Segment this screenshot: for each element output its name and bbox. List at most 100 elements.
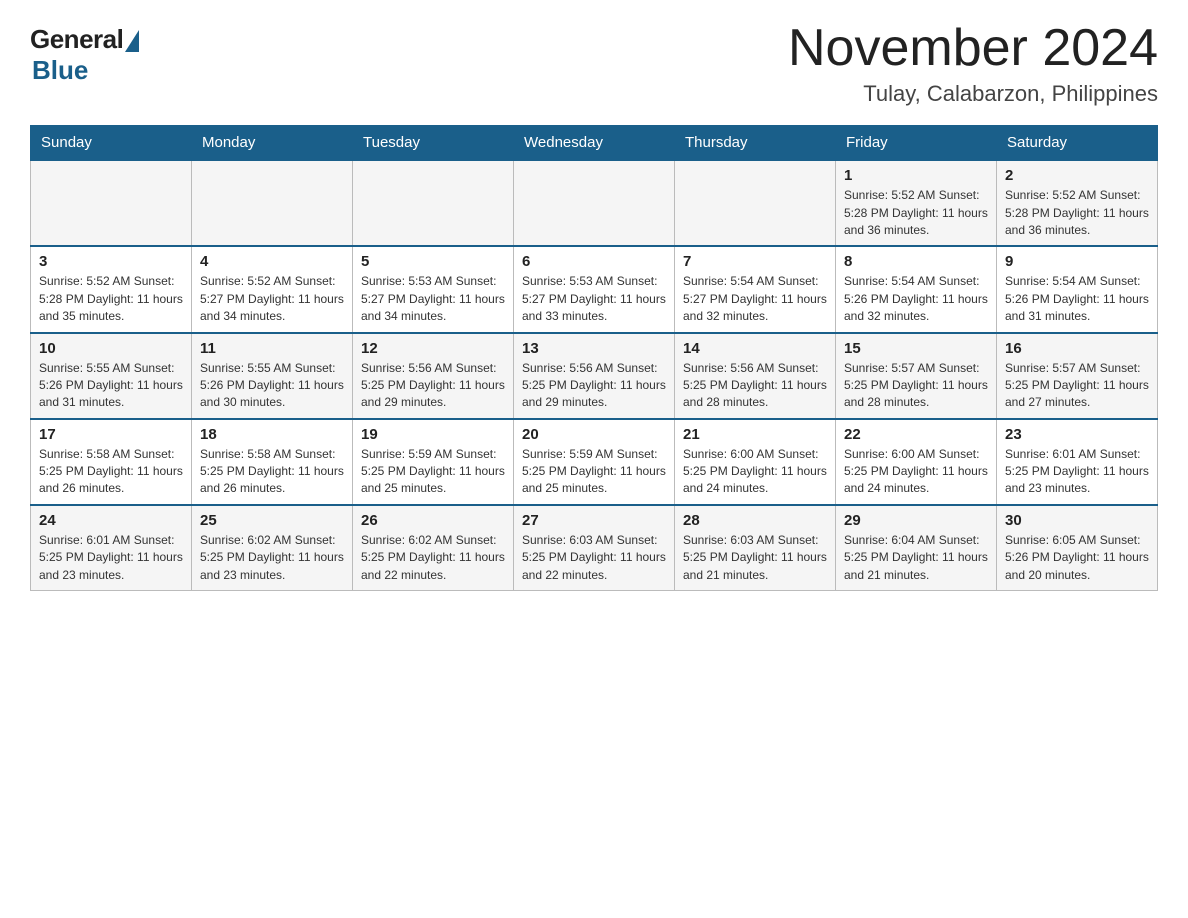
day-info: Sunrise: 5:54 AM Sunset: 5:26 PM Dayligh… bbox=[1005, 273, 1149, 325]
table-row: 8 Sunrise: 5:54 AM Sunset: 5:26 PM Daylig… bbox=[836, 246, 997, 332]
day-info: Sunrise: 5:57 AM Sunset: 5:25 PM Dayligh… bbox=[844, 360, 988, 412]
table-row: 13 Sunrise: 5:56 AM Sunset: 5:25 PM Dayli… bbox=[514, 333, 675, 419]
table-row: 20 Sunrise: 5:59 AM Sunset: 5:25 PM Dayli… bbox=[514, 419, 675, 505]
day-info: Sunrise: 5:55 AM Sunset: 5:26 PM Dayligh… bbox=[200, 360, 344, 412]
day-info: Sunrise: 5:56 AM Sunset: 5:25 PM Dayligh… bbox=[683, 360, 827, 412]
page-title: November 2024 bbox=[788, 20, 1158, 77]
logo-blue-text: Blue bbox=[32, 55, 88, 86]
table-row: 11 Sunrise: 5:55 AM Sunset: 5:26 PM Dayli… bbox=[192, 333, 353, 419]
day-number: 15 bbox=[844, 340, 988, 357]
day-number: 30 bbox=[1005, 512, 1149, 529]
day-info: Sunrise: 6:00 AM Sunset: 5:25 PM Dayligh… bbox=[683, 446, 827, 498]
table-row: 25 Sunrise: 6:02 AM Sunset: 5:25 PM Dayli… bbox=[192, 505, 353, 591]
day-info: Sunrise: 5:53 AM Sunset: 5:27 PM Dayligh… bbox=[522, 273, 666, 325]
table-row bbox=[192, 160, 353, 246]
calendar-header-row: Sunday Monday Tuesday Wednesday Thursday… bbox=[31, 126, 1158, 161]
calendar-week-row: 17 Sunrise: 5:58 AM Sunset: 5:25 PM Dayli… bbox=[31, 419, 1158, 505]
day-number: 20 bbox=[522, 426, 666, 443]
day-info: Sunrise: 5:56 AM Sunset: 5:25 PM Dayligh… bbox=[522, 360, 666, 412]
col-friday: Friday bbox=[836, 126, 997, 161]
day-number: 2 bbox=[1005, 167, 1149, 184]
day-number: 7 bbox=[683, 253, 827, 270]
table-row: 24 Sunrise: 6:01 AM Sunset: 5:25 PM Dayli… bbox=[31, 505, 192, 591]
day-info: Sunrise: 5:52 AM Sunset: 5:28 PM Dayligh… bbox=[1005, 187, 1149, 239]
day-info: Sunrise: 6:03 AM Sunset: 5:25 PM Dayligh… bbox=[683, 532, 827, 584]
day-number: 19 bbox=[361, 426, 505, 443]
table-row bbox=[353, 160, 514, 246]
day-info: Sunrise: 5:54 AM Sunset: 5:27 PM Dayligh… bbox=[683, 273, 827, 325]
day-number: 5 bbox=[361, 253, 505, 270]
day-number: 24 bbox=[39, 512, 183, 529]
day-number: 18 bbox=[200, 426, 344, 443]
day-info: Sunrise: 5:59 AM Sunset: 5:25 PM Dayligh… bbox=[361, 446, 505, 498]
table-row: 1 Sunrise: 5:52 AM Sunset: 5:28 PM Daylig… bbox=[836, 160, 997, 246]
day-info: Sunrise: 5:52 AM Sunset: 5:27 PM Dayligh… bbox=[200, 273, 344, 325]
day-info: Sunrise: 5:59 AM Sunset: 5:25 PM Dayligh… bbox=[522, 446, 666, 498]
day-info: Sunrise: 5:52 AM Sunset: 5:28 PM Dayligh… bbox=[39, 273, 183, 325]
table-row: 10Sunrise: 5:55 AM Sunset: 5:26 PM Dayli… bbox=[31, 333, 192, 419]
col-saturday: Saturday bbox=[997, 126, 1158, 161]
day-info: Sunrise: 5:52 AM Sunset: 5:28 PM Dayligh… bbox=[844, 187, 988, 239]
day-info: Sunrise: 6:03 AM Sunset: 5:25 PM Dayligh… bbox=[522, 532, 666, 584]
table-row: 21 Sunrise: 6:00 AM Sunset: 5:25 PM Dayli… bbox=[675, 419, 836, 505]
day-number: 8 bbox=[844, 253, 988, 270]
page-subtitle: Tulay, Calabarzon, Philippines bbox=[788, 81, 1158, 107]
day-info: Sunrise: 6:01 AM Sunset: 5:25 PM Dayligh… bbox=[1005, 446, 1149, 498]
day-info: Sunrise: 5:53 AM Sunset: 5:27 PM Dayligh… bbox=[361, 273, 505, 325]
day-info: Sunrise: 5:54 AM Sunset: 5:26 PM Dayligh… bbox=[844, 273, 988, 325]
col-sunday: Sunday bbox=[31, 126, 192, 161]
day-number: 29 bbox=[844, 512, 988, 529]
day-number: 9 bbox=[1005, 253, 1149, 270]
table-row: 9 Sunrise: 5:54 AM Sunset: 5:26 PM Daylig… bbox=[997, 246, 1158, 332]
table-row: 14Sunrise: 5:56 AM Sunset: 5:25 PM Dayli… bbox=[675, 333, 836, 419]
day-info: Sunrise: 5:58 AM Sunset: 5:25 PM Dayligh… bbox=[200, 446, 344, 498]
day-number: 21 bbox=[683, 426, 827, 443]
table-row: 15 Sunrise: 5:57 AM Sunset: 5:25 PM Dayli… bbox=[836, 333, 997, 419]
table-row bbox=[31, 160, 192, 246]
table-row: 17Sunrise: 5:58 AM Sunset: 5:25 PM Dayli… bbox=[31, 419, 192, 505]
col-wednesday: Wednesday bbox=[514, 126, 675, 161]
day-number: 11 bbox=[200, 340, 344, 357]
logo-triangle-icon bbox=[125, 30, 139, 52]
table-row: 28 Sunrise: 6:03 AM Sunset: 5:25 PM Dayli… bbox=[675, 505, 836, 591]
day-info: Sunrise: 6:01 AM Sunset: 5:25 PM Dayligh… bbox=[39, 532, 183, 584]
day-number: 17 bbox=[39, 426, 183, 443]
day-number: 27 bbox=[522, 512, 666, 529]
calendar-week-row: 24 Sunrise: 6:01 AM Sunset: 5:25 PM Dayli… bbox=[31, 505, 1158, 591]
table-row: 7 Sunrise: 5:54 AM Sunset: 5:27 PM Daylig… bbox=[675, 246, 836, 332]
table-row: 22 Sunrise: 6:00 AM Sunset: 5:25 PM Dayli… bbox=[836, 419, 997, 505]
table-row bbox=[514, 160, 675, 246]
calendar-table: Sunday Monday Tuesday Wednesday Thursday… bbox=[30, 125, 1158, 591]
day-number: 10 bbox=[39, 340, 183, 357]
logo: General Blue bbox=[30, 20, 139, 86]
day-info: Sunrise: 6:00 AM Sunset: 5:25 PM Dayligh… bbox=[844, 446, 988, 498]
table-row: 6 Sunrise: 5:53 AM Sunset: 5:27 PM Daylig… bbox=[514, 246, 675, 332]
day-number: 26 bbox=[361, 512, 505, 529]
day-number: 4 bbox=[200, 253, 344, 270]
col-tuesday: Tuesday bbox=[353, 126, 514, 161]
day-number: 6 bbox=[522, 253, 666, 270]
calendar-week-row: 3Sunrise: 5:52 AM Sunset: 5:28 PM Daylig… bbox=[31, 246, 1158, 332]
table-row bbox=[675, 160, 836, 246]
day-number: 28 bbox=[683, 512, 827, 529]
day-number: 23 bbox=[1005, 426, 1149, 443]
day-number: 12 bbox=[361, 340, 505, 357]
table-row: 19 Sunrise: 5:59 AM Sunset: 5:25 PM Dayli… bbox=[353, 419, 514, 505]
table-row: 2 Sunrise: 5:52 AM Sunset: 5:28 PM Daylig… bbox=[997, 160, 1158, 246]
day-number: 1 bbox=[844, 167, 988, 184]
day-number: 16 bbox=[1005, 340, 1149, 357]
day-number: 13 bbox=[522, 340, 666, 357]
day-info: Sunrise: 6:05 AM Sunset: 5:26 PM Dayligh… bbox=[1005, 532, 1149, 584]
day-info: Sunrise: 6:02 AM Sunset: 5:25 PM Dayligh… bbox=[200, 532, 344, 584]
day-info: Sunrise: 6:04 AM Sunset: 5:25 PM Dayligh… bbox=[844, 532, 988, 584]
title-block: November 2024 Tulay, Calabarzon, Philipp… bbox=[788, 20, 1158, 107]
table-row: 30 Sunrise: 6:05 AM Sunset: 5:26 PM Dayli… bbox=[997, 505, 1158, 591]
table-row: 27 Sunrise: 6:03 AM Sunset: 5:25 PM Dayli… bbox=[514, 505, 675, 591]
table-row: 26Sunrise: 6:02 AM Sunset: 5:25 PM Dayli… bbox=[353, 505, 514, 591]
page-header: General Blue November 2024 Tulay, Calaba… bbox=[30, 20, 1158, 107]
day-number: 22 bbox=[844, 426, 988, 443]
table-row: 16Sunrise: 5:57 AM Sunset: 5:25 PM Dayli… bbox=[997, 333, 1158, 419]
day-number: 25 bbox=[200, 512, 344, 529]
col-monday: Monday bbox=[192, 126, 353, 161]
calendar-week-row: 10 Sunrise: 5:55 AM Sunset: 5:26 PM Dayli… bbox=[31, 333, 1158, 419]
